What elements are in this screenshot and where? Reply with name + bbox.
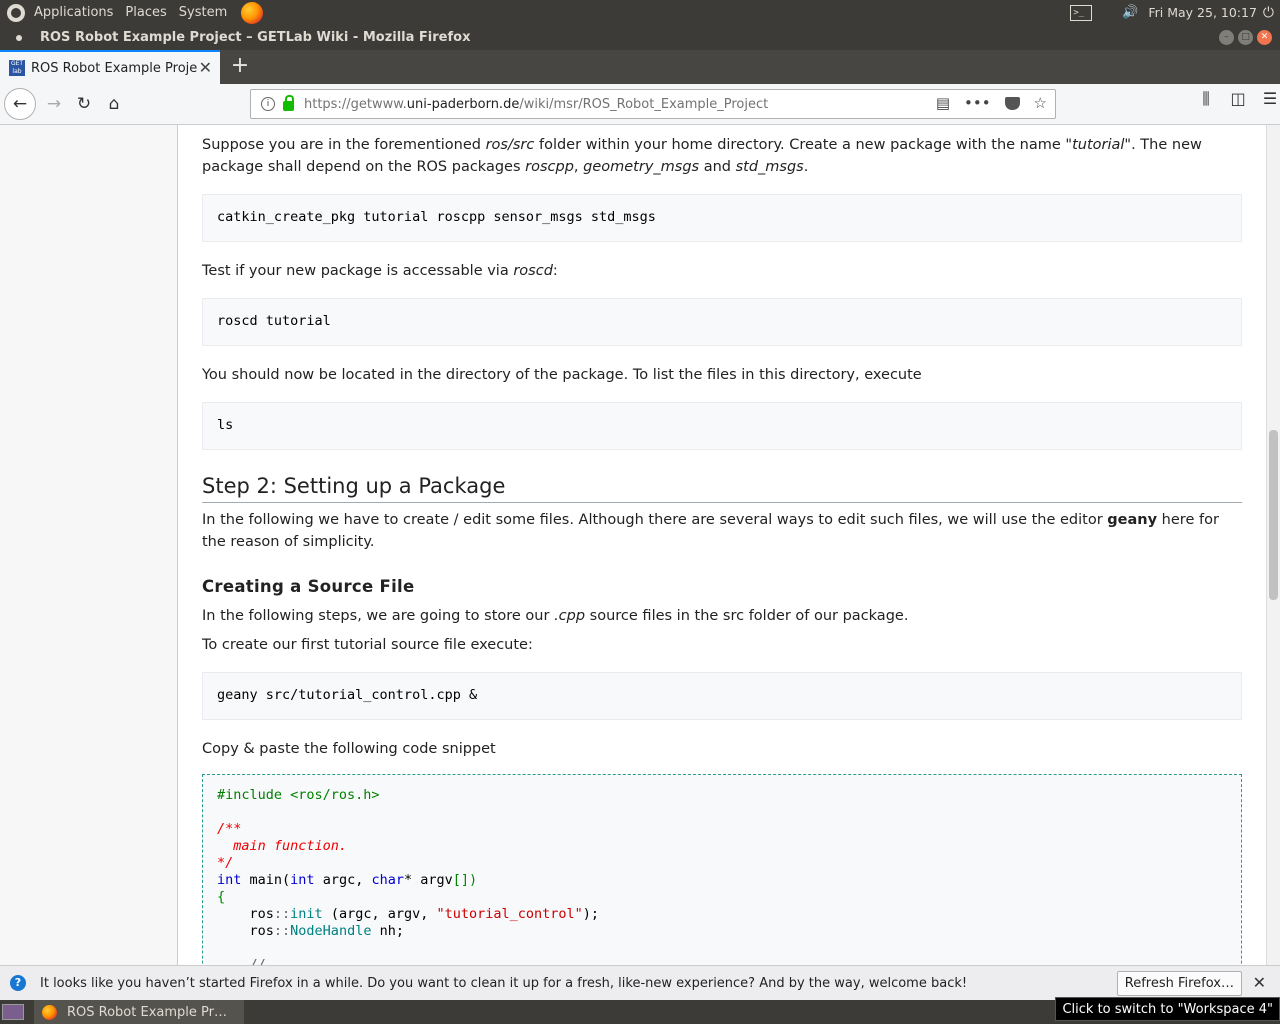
site-info-icon[interactable]: i bbox=[261, 97, 275, 111]
paragraph-editor: In the following we have to create / edi… bbox=[202, 512, 1219, 550]
show-desktop-icon[interactable] bbox=[2, 1004, 24, 1020]
minimize-button[interactable]: – bbox=[1219, 30, 1234, 45]
clock[interactable]: Fri May 25, 10:17 bbox=[1148, 5, 1257, 20]
top-panel: Applications Places System >_ 🔊 Fri May … bbox=[0, 0, 1280, 25]
library-icon[interactable]: ⫼ bbox=[1196, 89, 1216, 109]
toolbar-right: ⫼ ◫ ☰ bbox=[1196, 89, 1280, 109]
back-button[interactable]: ← bbox=[4, 88, 36, 120]
ubuntu-logo-icon[interactable] bbox=[7, 3, 25, 22]
lock-icon bbox=[283, 95, 294, 111]
pocket-icon[interactable] bbox=[1004, 96, 1020, 110]
page-scrollbar[interactable] bbox=[1266, 125, 1280, 965]
hamburger-menu-icon[interactable]: ☰ bbox=[1260, 89, 1280, 109]
paragraph-create-package: Suppose you are in the forementioned ros… bbox=[202, 137, 1202, 175]
paragraph-create-first: To create our first tutorial source file… bbox=[202, 637, 533, 653]
system-menu[interactable]: System bbox=[179, 5, 227, 20]
places-menu[interactable]: Places bbox=[125, 5, 166, 20]
subheading-source-file: Creating a Source File bbox=[202, 577, 415, 596]
url-path: /wiki/msr/ROS_Robot_Example_Project bbox=[519, 96, 769, 112]
terminal-icon[interactable]: >_ bbox=[1070, 4, 1093, 21]
taskbar-firefox-window[interactable]: ROS Robot Example Pr… bbox=[34, 1000, 244, 1024]
volume-icon[interactable]: 🔊 bbox=[1122, 5, 1142, 20]
section-heading-step2: Step 2: Setting up a Package bbox=[202, 472, 1242, 503]
workspace-tooltip: Click to switch to "Workspace 4" bbox=[1055, 997, 1280, 1021]
question-icon: ? bbox=[10, 975, 26, 991]
refresh-notification-bar: ? It looks like you haven’t started Fire… bbox=[0, 965, 1280, 1000]
url-bar[interactable]: i https://getwww. uni-paderborn.de/wiki/m… bbox=[250, 89, 1056, 119]
tab-ros-robot-example[interactable]: GET lab ROS Robot Example Project ✕ bbox=[0, 50, 220, 84]
paragraph-cpp-files: In the following steps, we are going to … bbox=[202, 608, 909, 624]
power-icon[interactable]: ⏻ bbox=[1263, 5, 1274, 21]
window-title: ROS Robot Example Project – GETLab Wiki … bbox=[40, 30, 471, 45]
url-prefix: https://getwww. bbox=[304, 96, 407, 112]
getlab-favicon-icon: GET lab bbox=[9, 60, 25, 76]
notification-message: It looks like you haven’t started Firefo… bbox=[40, 975, 968, 991]
scrollbar-thumb[interactable] bbox=[1269, 430, 1278, 600]
sidebar-icon[interactable]: ◫ bbox=[1228, 89, 1248, 109]
page-viewport: Suppose you are in the forementioned ros… bbox=[0, 125, 1266, 965]
code-block-geany[interactable]: geany src/tutorial_control.cpp & bbox=[202, 672, 1242, 720]
url-actions: ▤ ••• ☆ bbox=[936, 94, 1047, 112]
reader-view-icon[interactable]: ▤ bbox=[936, 94, 950, 112]
applications-menu[interactable]: Applications bbox=[34, 5, 113, 20]
bookmark-star-icon[interactable]: ☆ bbox=[1034, 94, 1047, 112]
panel-tray: >_ 🔊 Fri May 25, 10:17 ⏻ bbox=[1070, 0, 1280, 25]
code-block-ls[interactable]: ls bbox=[202, 402, 1242, 450]
new-tab-button[interactable]: + bbox=[220, 50, 260, 84]
home-button[interactable]: ⌂ bbox=[99, 89, 129, 119]
forward-button[interactable]: → bbox=[39, 89, 69, 119]
window-titlebar: ROS Robot Example Project – GETLab Wiki … bbox=[0, 25, 1280, 50]
code-snippet[interactable]: #include <ros/ros.h> /** main function. … bbox=[202, 774, 1242, 965]
paragraph-list-files: You should now be located in the directo… bbox=[202, 367, 922, 383]
paragraph-roscd: Test if your new package is accessable v… bbox=[202, 263, 558, 279]
code-block-roscd[interactable]: roscd tutorial bbox=[202, 298, 1242, 346]
code-block-catkin-create[interactable]: catkin_create_pkg tutorial roscpp sensor… bbox=[202, 194, 1242, 242]
window-controls: – □ ✕ bbox=[1219, 30, 1272, 45]
close-window-button[interactable]: ✕ bbox=[1257, 30, 1272, 45]
reload-button[interactable]: ↻ bbox=[69, 89, 99, 119]
firefox-launcher-icon[interactable] bbox=[241, 1, 264, 24]
url-host: uni-paderborn.de bbox=[406, 96, 520, 112]
tab-strip: GET lab ROS Robot Example Project ✕ + bbox=[0, 50, 1280, 84]
tab-label: ROS Robot Example Project bbox=[31, 60, 197, 76]
paragraph-copy-paste: Copy & paste the following code snippet bbox=[202, 741, 496, 757]
wiki-content: Suppose you are in the forementioned ros… bbox=[177, 125, 1266, 965]
close-tab-icon[interactable]: ✕ bbox=[199, 58, 212, 77]
task-label: ROS Robot Example Pr… bbox=[67, 1004, 227, 1020]
window-menu-icon[interactable] bbox=[16, 34, 22, 41]
navigation-bar: ← → ↻ ⌂ i https://getwww. uni-paderborn.d… bbox=[0, 84, 1280, 125]
firefox-icon bbox=[42, 1004, 57, 1020]
refresh-firefox-button[interactable]: Refresh Firefox… bbox=[1116, 971, 1242, 996]
page-actions-icon[interactable]: ••• bbox=[964, 94, 991, 112]
close-notification-icon[interactable]: ✕ bbox=[1253, 973, 1266, 992]
maximize-button[interactable]: □ bbox=[1238, 30, 1253, 45]
